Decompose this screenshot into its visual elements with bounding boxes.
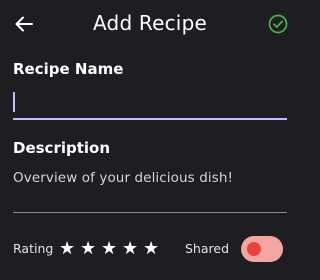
shared-toggle[interactable] <box>241 236 283 262</box>
rating-stars[interactable]: ★ ★ ★ ★ ★ <box>59 238 164 260</box>
save-button[interactable] <box>264 10 292 38</box>
star-icon[interactable]: ★ <box>122 238 143 260</box>
recipe-name-label: Recipe Name <box>13 60 124 78</box>
check-circle-icon <box>268 14 288 34</box>
text-cursor <box>13 92 15 112</box>
top-app-bar: Add Recipe <box>0 0 300 48</box>
star-icon[interactable]: ★ <box>80 238 101 260</box>
description-field[interactable]: Overview of your delicious dish! <box>13 166 287 213</box>
rating-share-row: Rating ★ ★ ★ ★ ★ Shared <box>13 236 287 262</box>
page-title: Add Recipe <box>93 11 207 35</box>
star-icon[interactable]: ★ <box>59 238 80 260</box>
description-label: Description <box>13 139 111 157</box>
description-placeholder: Overview of your delicious dish! <box>13 170 234 186</box>
toggle-knob <box>247 242 261 256</box>
rating-label: Rating <box>13 241 54 256</box>
star-icon[interactable]: ★ <box>101 238 122 260</box>
recipe-name-input[interactable] <box>17 90 287 116</box>
star-icon[interactable]: ★ <box>143 238 164 260</box>
shared-label: Shared <box>185 241 230 256</box>
recipe-name-field[interactable] <box>13 86 287 120</box>
